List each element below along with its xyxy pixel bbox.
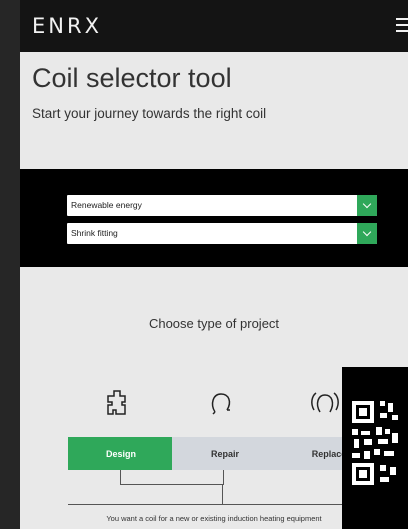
connector-line (120, 470, 224, 485)
chevron-down-icon[interactable] (357, 195, 377, 216)
application-select[interactable]: Shrink fitting (67, 223, 377, 244)
hamburger-menu-icon[interactable] (396, 18, 408, 32)
industry-select-value: Renewable energy (71, 200, 142, 210)
qr-code (342, 367, 408, 529)
page-subtitle: Start your journey towards the right coi… (32, 106, 267, 121)
connector-line (222, 484, 223, 504)
enrx-logo[interactable]: ENRX (32, 14, 102, 38)
coil-replace-icon (311, 392, 339, 413)
project-type-heading: Choose type of project (148, 316, 280, 331)
chevron-down-icon[interactable] (357, 223, 377, 244)
application-select-value: Shrink fitting (71, 228, 118, 238)
app-frame: ENRX Coil selector tool Start your journ… (20, 0, 408, 529)
puzzle-piece-icon (107, 390, 126, 415)
site-header: ENRX (20, 0, 408, 52)
description-divider (68, 504, 378, 505)
page-title: Coil selector tool (32, 63, 232, 93)
repair-option-button[interactable]: Repair (172, 437, 278, 470)
filter-panel: Renewable energy Shrink fitting (20, 169, 408, 267)
coil-icon (211, 393, 231, 415)
industry-select[interactable]: Renewable energy (67, 195, 377, 216)
design-option-button[interactable]: Design (68, 437, 174, 470)
